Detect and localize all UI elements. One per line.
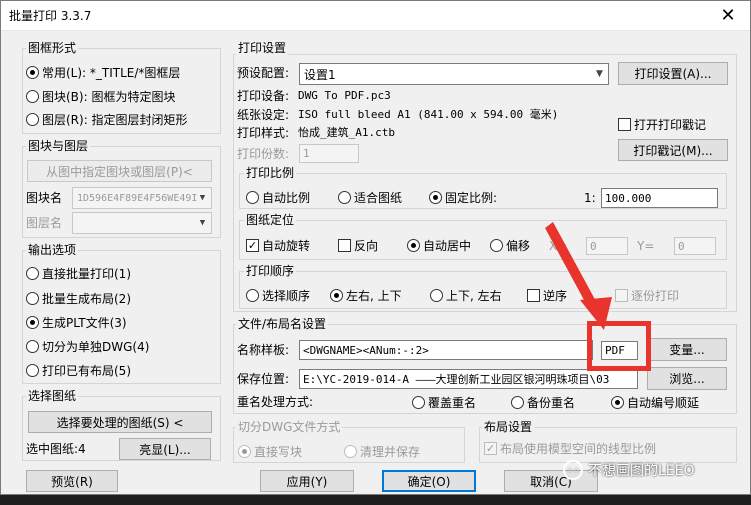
watermark-text: 不想画图的LEEO xyxy=(588,463,695,479)
annotation-highlight-box xyxy=(587,321,651,371)
wechat-icon: ◦◦ xyxy=(563,460,583,480)
taskbar xyxy=(0,495,751,505)
arrow-shaft xyxy=(545,222,598,311)
watermark: ◦◦ 不想画图的LEEO xyxy=(563,460,695,480)
annotation-arrow xyxy=(545,222,612,330)
